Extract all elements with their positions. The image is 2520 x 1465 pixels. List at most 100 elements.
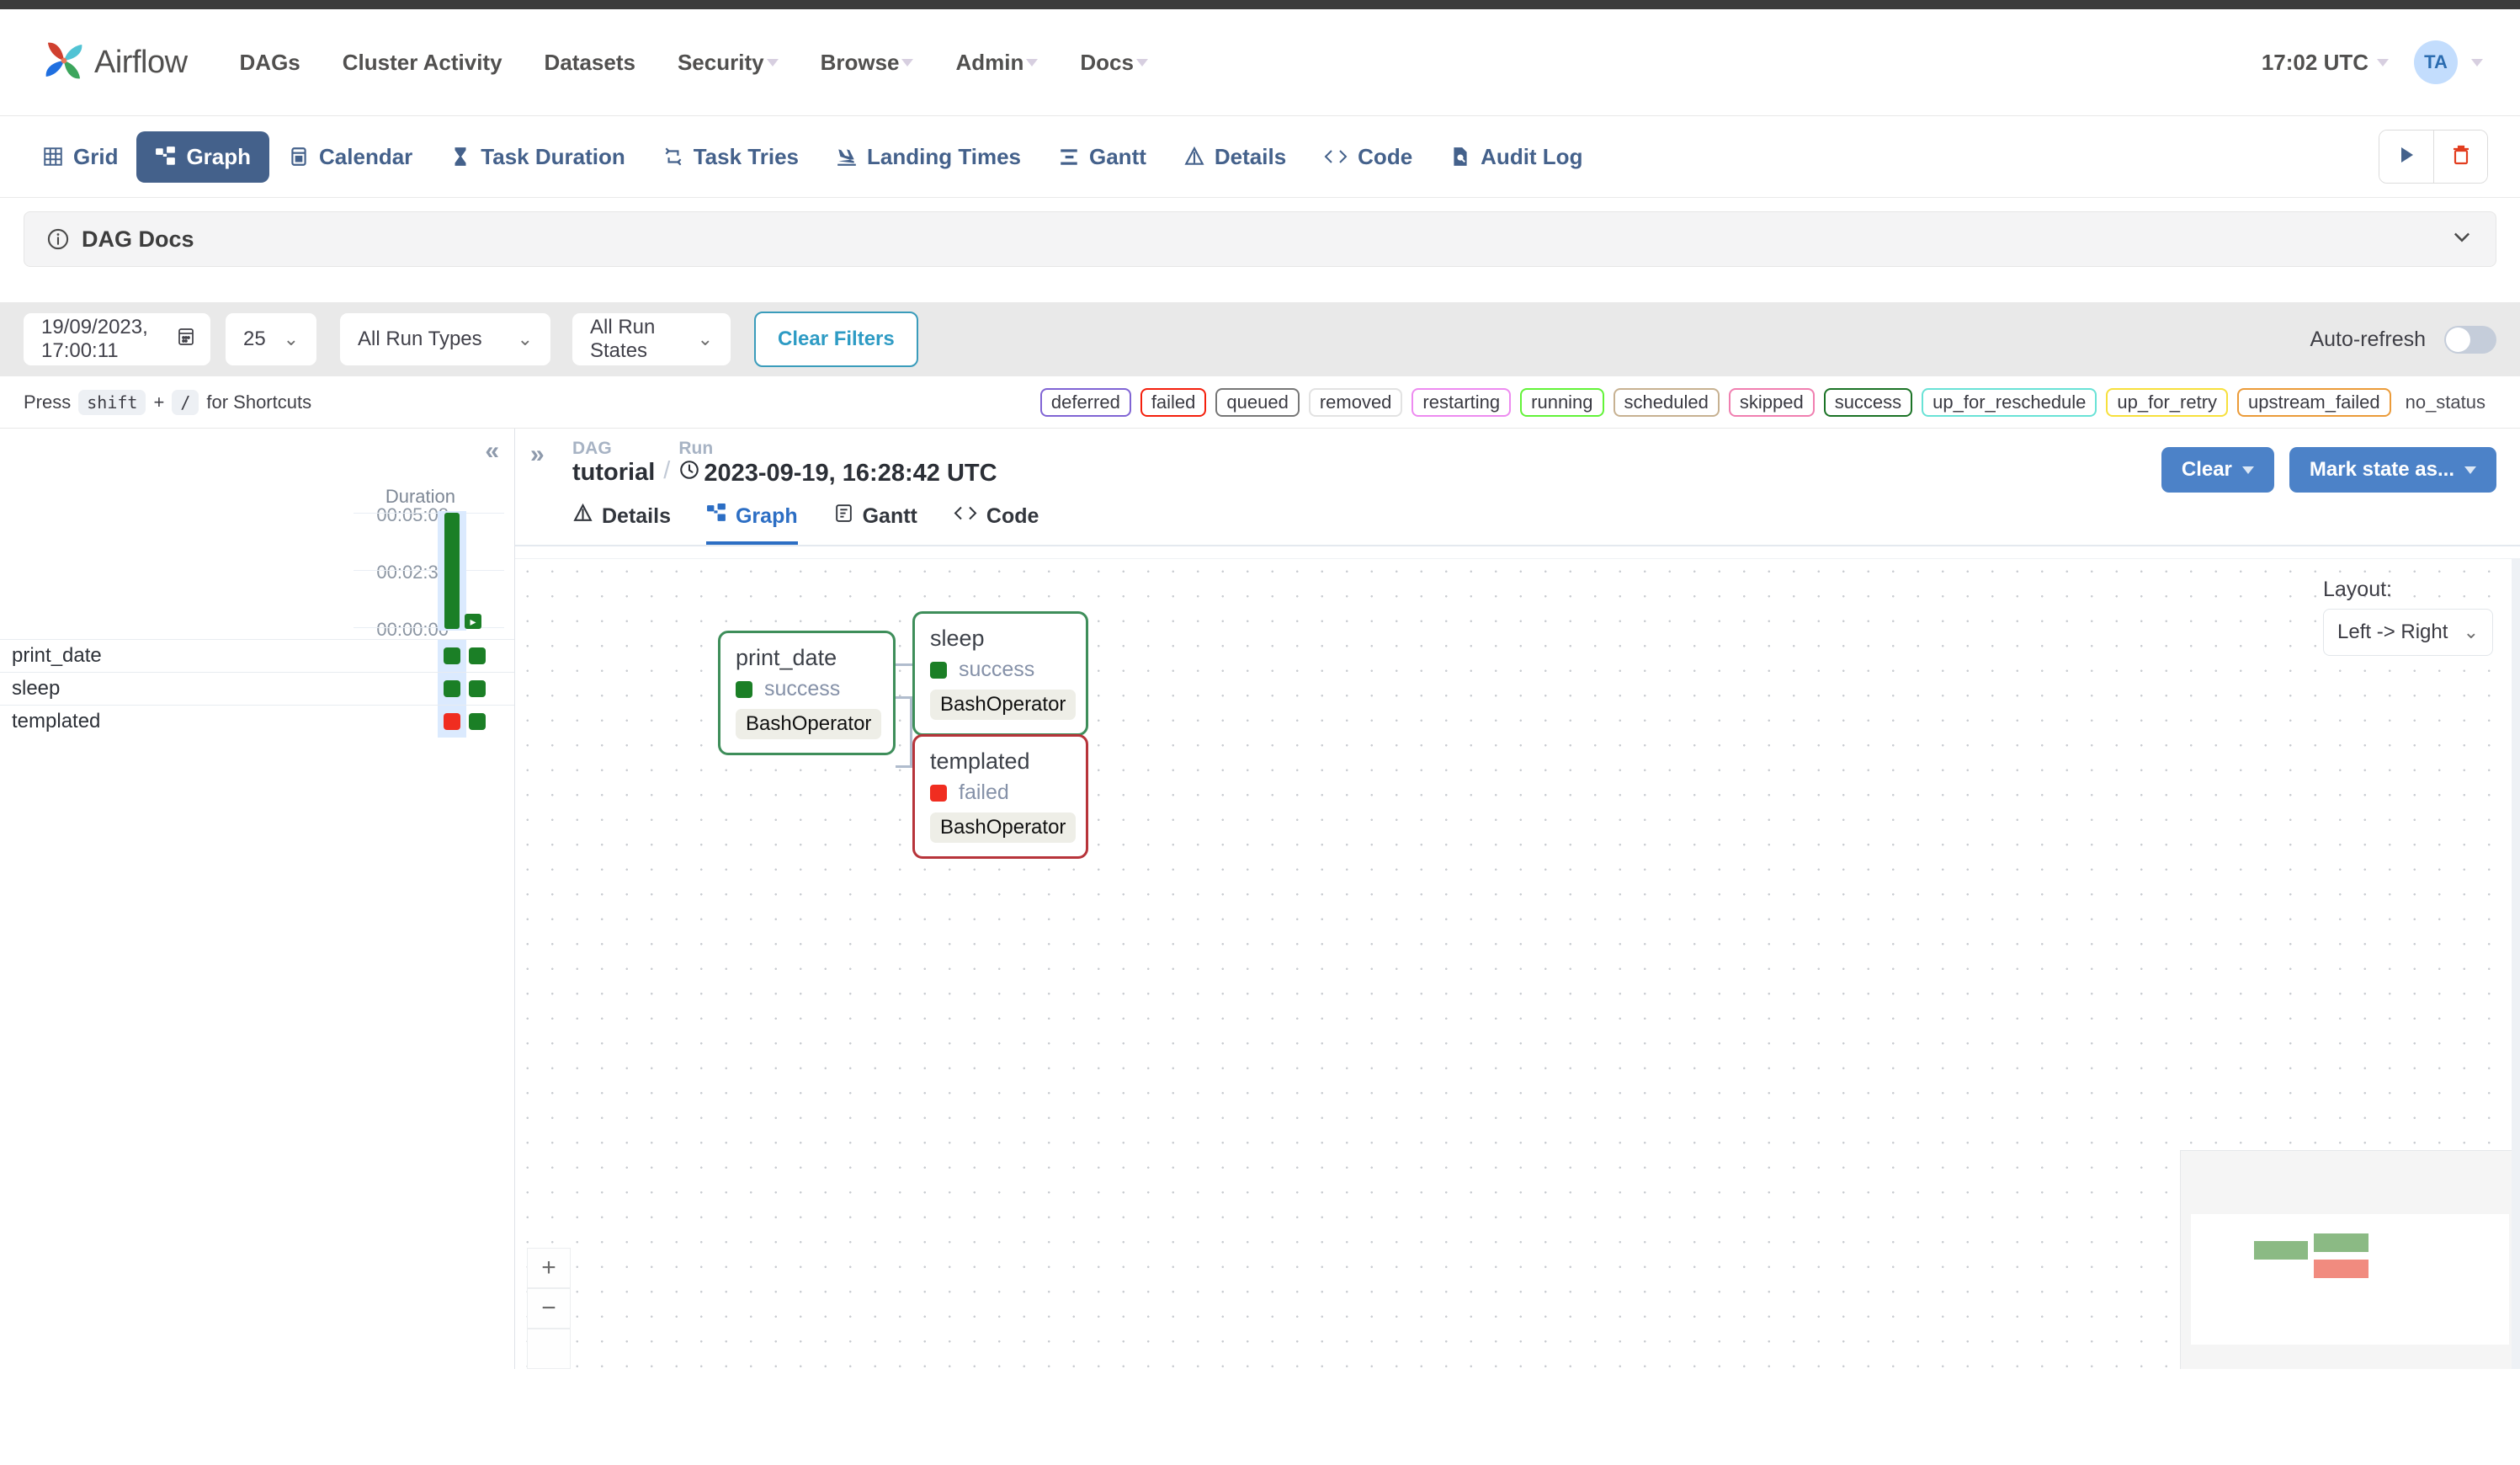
status-badge-failed[interactable]: failed [1140,387,1207,417]
task-instance-square[interactable] [444,713,460,730]
nav-item-docs[interactable]: Docs [1080,50,1148,76]
tab-code[interactable]: Code [1305,131,1431,183]
task-row[interactable]: templated [0,705,514,738]
node-operator-badge: BashOperator [736,709,882,739]
nav-item-dags[interactable]: DAGs [240,50,300,76]
task-instance-square[interactable] [469,680,486,697]
task-instance-square[interactable] [469,647,486,664]
status-badge-upstream_failed[interactable]: upstream_failed [2237,387,2391,417]
minimap-node-templated [2314,1260,2368,1278]
delete-dag-button[interactable] [2433,131,2487,183]
breadcrumb-dag[interactable]: DAG tutorial [572,439,655,487]
layout-value: Left -> Right [2337,621,2448,643]
status-badges: deferred failed queued removed restarting run… [1039,387,2496,417]
task-instance-square[interactable] [444,647,460,664]
chevron-down-icon [2241,466,2254,474]
node-operator-badge: BashOperator [930,812,1077,843]
gantt-icon [833,503,854,530]
timezone-label: 17:02 UTC [2261,49,2368,75]
number-of-runs-select[interactable]: 25 ⌄ [226,313,316,365]
run-tab-details[interactable]: Details [572,503,671,545]
nav-item-datasets[interactable]: Datasets [545,50,635,76]
tab-gantt[interactable]: Gantt [1039,131,1165,183]
status-badge-success[interactable]: success [1823,387,1913,417]
tab-calendar[interactable]: Calendar [269,131,431,183]
tab-label: Graph [186,143,252,169]
graph-node-sleep[interactable]: sleep success BashOperator [912,611,1088,736]
calendar-icon [176,327,196,353]
tab-grid[interactable]: Grid [24,131,136,183]
breadcrumb-run[interactable]: Run 2023-09-19, 16:28:42 UTC [678,439,997,487]
status-badge-scheduled[interactable]: scheduled [1613,387,1720,417]
tab-details[interactable]: Details [1165,131,1305,183]
duration-bar-run-2[interactable]: ▸ [465,614,481,629]
clear-filters-button[interactable]: Clear Filters [754,312,918,367]
status-badge-queued[interactable]: queued [1215,387,1300,417]
chevron-down-icon [2450,225,2474,254]
run-type-select[interactable]: All Run Types ⌄ [340,313,550,365]
run-tab-code[interactable]: Code [953,503,1039,545]
status-badge-removed[interactable]: removed [1308,387,1403,417]
graph-node-print_date[interactable]: print_date success BashOperator [718,631,896,755]
chevron-down-icon: ⌄ [2463,621,2479,642]
gridline [354,627,504,628]
duration-bar-run-1[interactable] [444,513,460,629]
user-menu[interactable]: TA [2414,40,2483,84]
dag-docs-title: DAG Docs [82,226,194,252]
layout-select[interactable]: Left -> Right ⌄ [2323,609,2493,656]
tab-landing-times[interactable]: Landing Times [817,131,1039,183]
node-state: success [930,658,1071,682]
breadcrumb-dag-name: tutorial [572,459,656,486]
task-row[interactable]: print_date [0,639,514,672]
gridline [354,570,504,571]
tab-task-tries[interactable]: Task Tries [644,131,817,183]
clear-run-button[interactable]: Clear [2161,447,2274,493]
zoom-fit-button[interactable] [527,1329,571,1369]
mark-state-button[interactable]: Mark state as... [2289,447,2496,493]
nav-item-security[interactable]: Security [678,50,779,76]
shortcuts-hint: Press shift + / for Shortcuts [24,389,311,415]
status-badge-up_for_reschedule[interactable]: up_for_reschedule [1922,387,2097,417]
status-badge-skipped[interactable]: skipped [1728,387,1815,417]
status-badge-up_for_retry[interactable]: up_for_retry [2106,387,2229,417]
auto-refresh-control: Auto-refresh [2310,325,2496,354]
nav-item-admin[interactable]: Admin [955,50,1039,76]
canvas-scrollbar[interactable] [2512,559,2520,1369]
dag-docs-section: DAG Docs [0,198,2520,267]
tab-audit-log[interactable]: Audit Log [1431,131,1601,183]
tab-graph[interactable]: Graph [136,131,270,183]
status-badge-deferred[interactable]: deferred [1039,387,1131,417]
task-instance-square[interactable] [469,713,486,730]
run-tab-gantt[interactable]: Gantt [833,503,917,545]
collapse-grid-button[interactable]: « [485,437,499,466]
timezone-selector[interactable]: 17:02 UTC [2262,50,2389,76]
expand-grid-button[interactable]: » [530,440,545,469]
graph-node-templated[interactable]: templated failed BashOperator [912,734,1088,859]
clock-icon [678,459,700,487]
dag-graph-canvas[interactable]: print_date success BashOperator sleep su… [515,558,2520,1369]
auto-refresh-toggle[interactable] [2444,325,2496,354]
nav-item-cluster-activity[interactable]: Cluster Activity [343,50,502,76]
zoom-out-button[interactable]: − [527,1288,571,1329]
task-row[interactable]: sleep [0,672,514,705]
graph-minimap[interactable] [2180,1150,2520,1369]
airflow-logo-link[interactable]: Airflow [40,37,188,88]
nav-item-browse[interactable]: Browse [821,50,914,76]
dag-docs-accordion[interactable]: DAG Docs [24,211,2496,267]
run-state-select[interactable]: All Run States ⌄ [572,313,731,365]
play-icon [2396,145,2416,169]
graph-icon [706,503,727,530]
task-instance-square[interactable] [444,680,460,697]
trigger-dag-button[interactable] [2379,131,2433,183]
base-date-input[interactable]: 19/09/2023, 17:00:11 [24,313,210,365]
task-name: sleep [12,677,61,700]
tab-task-duration[interactable]: Task Duration [431,131,643,183]
minimap-viewport[interactable] [2191,1214,2509,1345]
main-content: « Duration 00:05:08 00:02:34 00:00:00 ▸ … [0,429,2520,1369]
shortcut-key-shift: shift [78,389,146,415]
zoom-in-button[interactable]: + [527,1248,571,1288]
status-badge-restarting[interactable]: restarting [1412,387,1512,417]
number-of-runs-value: 25 [243,328,266,350]
run-tab-graph[interactable]: Graph [705,503,798,545]
status-badge-running[interactable]: running [1520,387,1604,417]
